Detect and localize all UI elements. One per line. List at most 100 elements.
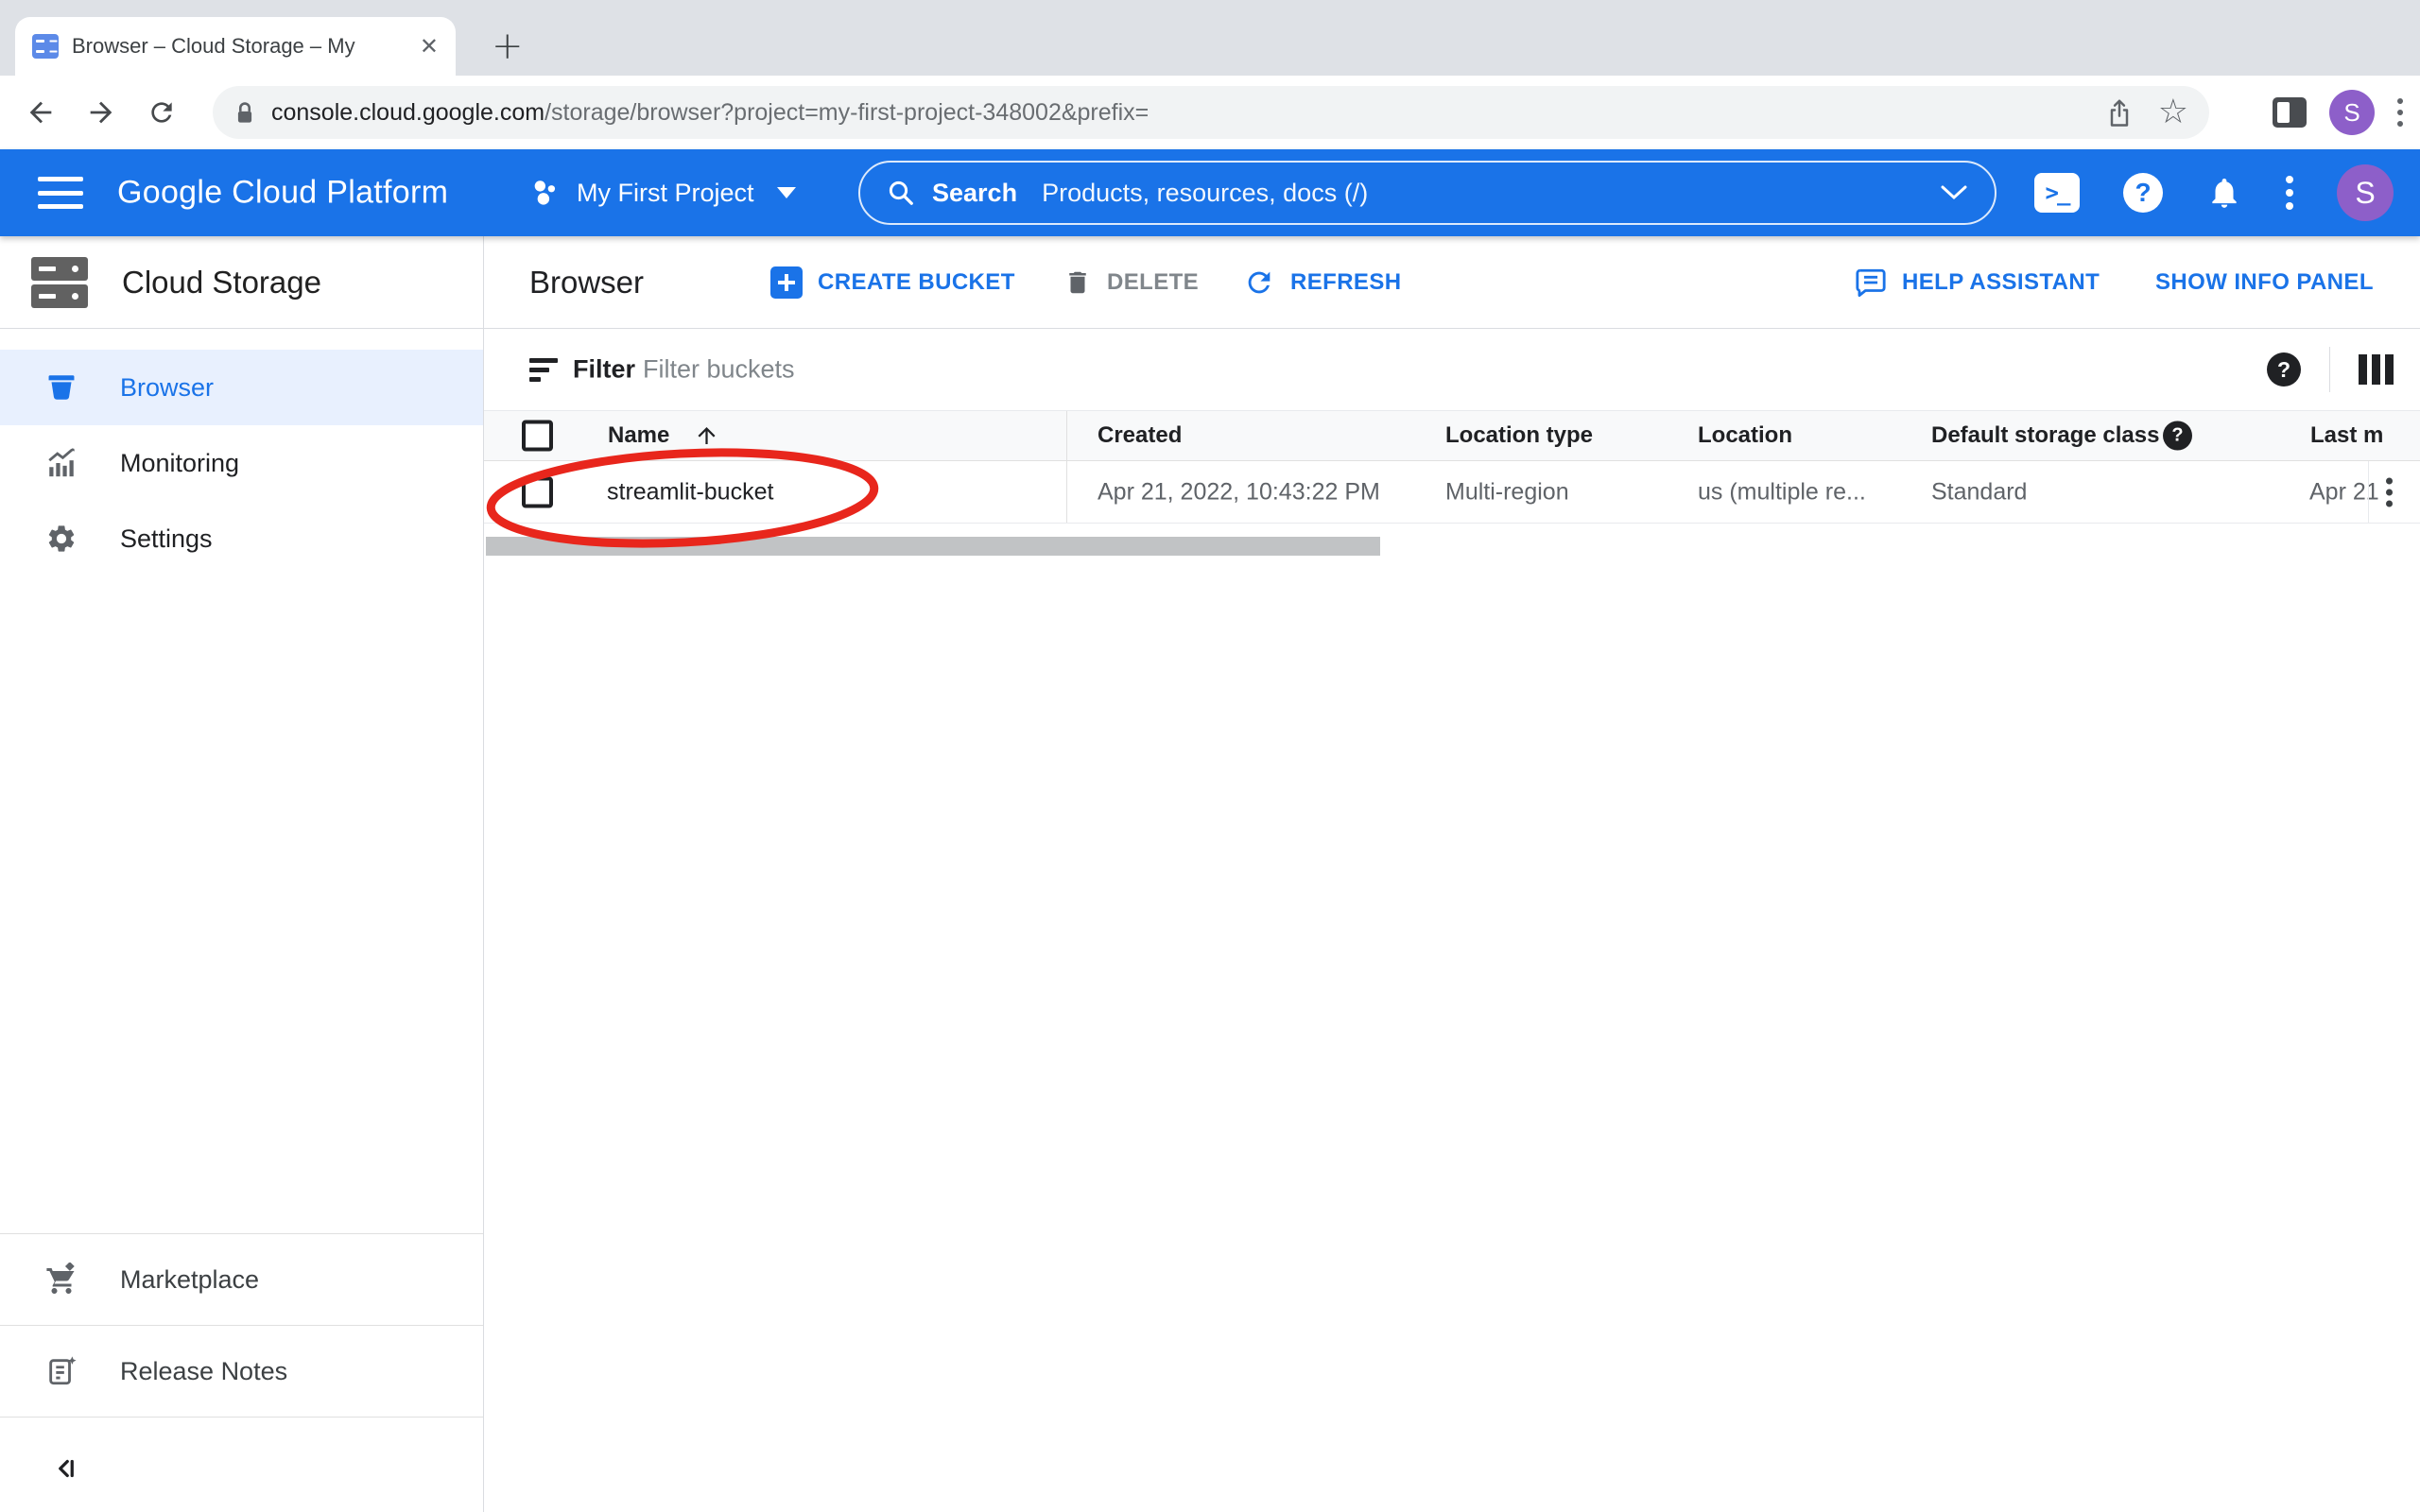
marketplace-cart-icon (43, 1263, 80, 1297)
global-search[interactable]: Search Products, resources, docs (/) (858, 161, 1996, 225)
url-bar[interactable]: console.cloud.google.com/storage/browser… (213, 86, 2209, 139)
bucket-icon (43, 371, 80, 404)
reload-button[interactable] (144, 94, 180, 130)
sidebar-item-marketplace[interactable]: Marketplace (0, 1234, 483, 1325)
plus-square-icon (770, 266, 803, 299)
cell-location-type: Multi-region (1445, 478, 1569, 506)
gcp-logo[interactable]: Google Cloud Platform (117, 175, 448, 212)
sidebar-item-label: Marketplace (120, 1265, 259, 1295)
sidebar: Cloud Storage Browser Monitoring Setting… (0, 236, 484, 1512)
sidebar-item-release-notes[interactable]: Release Notes (0, 1326, 483, 1417)
sidebar-item-label: Settings (120, 524, 213, 554)
browser-profile-avatar[interactable]: S (2329, 90, 2375, 135)
storage-class-help-icon[interactable]: ? (2163, 421, 2192, 451)
filter-label: Filter (573, 355, 635, 385)
sidebar-header: Cloud Storage (0, 236, 483, 329)
lock-icon (233, 100, 256, 125)
browser-menu-icon[interactable] (2397, 98, 2403, 127)
sort-ascending-icon[interactable] (694, 423, 719, 449)
trash-icon (1063, 268, 1092, 297)
bucket-name-link[interactable]: streamlit-bucket (607, 478, 773, 506)
project-caret-icon (777, 187, 796, 198)
browser-tab[interactable]: Browser – Cloud Storage – My ✕ (15, 17, 456, 76)
column-display-options-icon[interactable] (2359, 354, 2394, 385)
sidebar-item-monitoring[interactable]: Monitoring (0, 425, 483, 501)
sidebar-title: Cloud Storage (122, 265, 321, 301)
column-header-name[interactable]: Name (608, 422, 669, 449)
refresh-icon (1243, 266, 1275, 299)
search-icon (887, 179, 915, 207)
cell-storage-class: Standard (1931, 478, 2027, 506)
divider (0, 1417, 483, 1418)
row-checkbox[interactable] (522, 476, 553, 507)
new-tab-button[interactable]: + (492, 21, 524, 72)
browser-toolbar: console.cloud.google.com/storage/browser… (0, 76, 2420, 149)
column-divider (1066, 411, 1067, 460)
search-label: Search (932, 179, 1017, 208)
column-header-last-modified[interactable]: Last m (2310, 422, 2383, 449)
row-more-actions-icon[interactable] (2386, 477, 2393, 507)
url-domain: console.cloud.google.com (271, 99, 544, 126)
delete-button[interactable]: DELETE (1063, 268, 1199, 297)
filter-icon (529, 358, 558, 381)
cloud-storage-favicon-icon (32, 34, 59, 59)
back-button[interactable] (23, 94, 59, 130)
reload-icon (147, 97, 177, 128)
project-switcher[interactable]: My First Project (529, 177, 796, 209)
main-content: Browser CREATE BUCKET DELETE REFRESH (484, 236, 2420, 1512)
page-toolbar: Browser CREATE BUCKET DELETE REFRESH (484, 236, 2420, 329)
bucket-row[interactable]: streamlit-bucket Apr 21, 2022, 10:43:22 … (484, 461, 2420, 524)
back-arrow-icon (25, 96, 57, 129)
forward-arrow-icon (85, 96, 117, 129)
help-assistant-button[interactable]: HELP ASSISTANT (1855, 266, 2100, 299)
sidebar-item-label: Monitoring (120, 449, 239, 478)
chat-bubble-icon (1855, 266, 1887, 299)
column-header-location-type[interactable]: Location type (1445, 422, 1593, 449)
column-divider (2368, 461, 2369, 523)
tab-close-icon[interactable]: ✕ (420, 33, 439, 60)
notifications-bell-icon[interactable] (2206, 174, 2242, 212)
forward-button[interactable] (83, 94, 119, 130)
create-bucket-button[interactable]: CREATE BUCKET (770, 266, 1015, 299)
collapse-sidebar-icon[interactable] (45, 1448, 87, 1489)
show-info-panel-button[interactable]: SHOW INFO PANEL (2155, 269, 2374, 296)
filter-help-icon[interactable]: ? (2267, 352, 2301, 387)
url-text: console.cloud.google.com/storage/browser… (271, 99, 2094, 127)
tab-title: Browser – Cloud Storage – My (72, 34, 412, 59)
sidebar-nav: Browser Monitoring Settings (0, 350, 483, 576)
divider (2329, 347, 2330, 392)
page-title: Browser (529, 265, 644, 301)
account-avatar[interactable]: S (2337, 164, 2394, 221)
header-more-menu-icon[interactable] (2286, 176, 2293, 210)
project-icon (529, 177, 562, 209)
screenshot-root: Browser – Cloud Storage – My ✕ + console… (0, 0, 2420, 1512)
sidebar-item-settings[interactable]: Settings (0, 501, 483, 576)
column-header-created[interactable]: Created (1098, 422, 1182, 449)
share-icon[interactable] (2105, 97, 2134, 128)
cell-location: us (multiple re... (1698, 478, 1866, 506)
help-icon[interactable]: ? (2123, 173, 2163, 213)
project-name: My First Project (577, 179, 754, 208)
cloud-shell-icon[interactable]: >_ (2034, 173, 2080, 213)
table-header: Name Created Location type Location Defa… (484, 411, 2420, 461)
column-header-storage-class[interactable]: Default storage class (1931, 422, 2159, 449)
refresh-button[interactable]: REFRESH (1243, 266, 1401, 299)
bookmark-star-icon[interactable]: ☆ (2158, 95, 2188, 129)
column-header-location[interactable]: Location (1698, 422, 1792, 449)
filter-bar: Filter Filter buckets ? (484, 329, 2420, 411)
sidebar-item-browser[interactable]: Browser (0, 350, 483, 425)
browser-tab-strip: Browser – Cloud Storage – My ✕ + (0, 0, 2420, 76)
hamburger-menu-icon[interactable] (38, 177, 83, 209)
horizontal-scrollbar[interactable] (486, 537, 1380, 556)
gcp-header: Google Cloud Platform My First Project S… (0, 149, 2420, 236)
cell-created: Apr 21, 2022, 10:43:22 PM (1098, 478, 1380, 506)
select-all-checkbox[interactable] (522, 421, 553, 452)
monitoring-chart-icon (43, 447, 80, 479)
side-panel-icon[interactable] (2273, 97, 2307, 128)
search-placeholder: Products, resources, docs (/) (1042, 179, 1940, 208)
filter-input[interactable]: Filter buckets (643, 355, 795, 385)
sidebar-item-label: Release Notes (120, 1357, 287, 1386)
url-path: /storage/browser?project=my-first-projec… (544, 99, 1149, 126)
release-notes-icon (43, 1355, 80, 1387)
search-chevron-down-icon[interactable] (1940, 184, 1968, 201)
